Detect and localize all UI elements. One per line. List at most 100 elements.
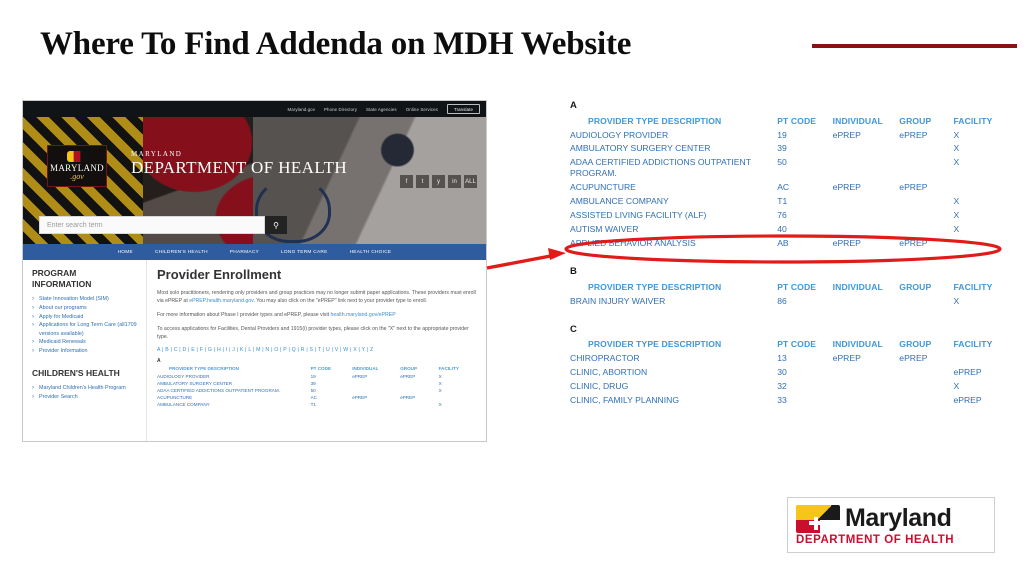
cell-desc: ACUPUNCTURE: [157, 395, 193, 401]
nav-item-pharmacy[interactable]: PHARMACY: [230, 250, 259, 255]
cell-facility: X: [953, 209, 960, 220]
cell-facility: X: [438, 402, 442, 408]
cell-individual: ePREP: [352, 373, 368, 379]
table-row: AMBULANCE COMPANY T1 X: [157, 401, 477, 408]
alphabet-index[interactable]: A | B | C | D | E | F | G | H | I | J | …: [157, 347, 477, 353]
cell-code: 50: [777, 157, 787, 168]
sidebar-item-provider-information[interactable]: Provider Information: [32, 347, 138, 356]
cell-individual: [833, 222, 900, 236]
embedded-section-letter: A: [157, 358, 161, 365]
col-desc: PROVIDER TYPE DESCRIPTION: [169, 366, 239, 372]
utility-link-phone-directory[interactable]: Phone Directory: [324, 107, 357, 112]
logo-primary-row: Maryland: [796, 504, 994, 533]
dept-small-label: MARYLAND: [131, 150, 183, 158]
website-screenshot: Maryland.gov Phone Directory State Agenc…: [22, 100, 487, 442]
table-row-highlighted: AUTISM WAIVER 40 X: [570, 222, 1010, 236]
eprep-link-2[interactable]: health.maryland.gov/ePREP: [331, 312, 396, 318]
nav-item-childrens-health[interactable]: CHILDREN'S HEALTH: [155, 250, 208, 255]
logo-gov-text: .gov: [70, 172, 84, 181]
cell-code: 30: [777, 367, 787, 378]
cell-group: [899, 294, 953, 308]
cell-individual: [833, 142, 900, 156]
cell-facility: X: [438, 387, 442, 393]
section-letter-b: B: [570, 266, 577, 278]
sidebar-item-apply-medicaid[interactable]: Apply for Medicaid: [32, 313, 138, 322]
health-cross-icon: [809, 516, 822, 530]
provider-table-c: PROVIDER TYPE DESCRIPTION PT CODE INDIVI…: [570, 338, 1010, 408]
search-input[interactable]: Enter search term: [39, 216, 265, 234]
cell-group: [899, 156, 953, 181]
cell-individual: [352, 380, 400, 387]
cell-desc: ASSISTED LIVING FACILITY (ALF): [570, 209, 707, 220]
col-code: PT CODE: [777, 281, 817, 292]
cell-individual: ePREP: [832, 129, 861, 140]
nav-item-long-term-care[interactable]: LONG TERM CARE: [281, 250, 328, 255]
cell-code: AC: [310, 395, 317, 401]
all-social-icon[interactable]: ALL: [464, 175, 477, 188]
utility-link-state-agencies[interactable]: State Agencies: [366, 107, 397, 112]
site-hero-banner: MARYLAND .gov MARYLAND DEPARTMENT OF HEA…: [23, 117, 486, 244]
cell-facility: X: [438, 373, 442, 379]
youtube-icon[interactable]: y: [432, 175, 445, 188]
cell-group: ePREP: [400, 395, 416, 401]
nav-item-health-choice[interactable]: HEALTH CHOICE: [350, 250, 392, 255]
maryland-crest-icon: [67, 151, 87, 162]
sidebar-item-mchp[interactable]: Maryland Children's Health Program: [32, 384, 138, 393]
cell-code: T1: [777, 195, 788, 206]
col-desc: PROVIDER TYPE DESCRIPTION: [588, 339, 722, 350]
cell-desc: AMBULATORY SURGERY CENTER: [570, 143, 711, 154]
cell-code: 39: [310, 380, 316, 386]
sidebar-item-provider-search[interactable]: Provider Search: [32, 393, 138, 402]
search-icon[interactable]: ⚲: [265, 216, 287, 234]
facebook-icon[interactable]: f: [400, 175, 413, 188]
section-letter-c: C: [570, 323, 577, 335]
cell-code: 39: [777, 143, 787, 154]
cell-individual: ePREP: [832, 237, 861, 248]
cell-desc: AUDIOLOGY PROVIDER: [157, 373, 210, 379]
eprep-link-1[interactable]: ePREP.health.maryland.gov: [189, 298, 253, 304]
site-search: Enter search term ⚲: [39, 216, 287, 234]
linkedin-icon[interactable]: in: [448, 175, 461, 188]
table-row: APPLIED BEHAVIOR ANALYSIS AB ePREP ePREP: [570, 236, 1010, 250]
sidebar-heading-childrens-health: CHILDREN'S HEALTH: [32, 367, 120, 378]
pointer-arrow: [486, 248, 566, 270]
sidebar-item-sim[interactable]: State Innovation Model (SIM): [32, 295, 138, 304]
cell-individual: ePREP: [832, 353, 861, 364]
nav-item-home[interactable]: HOME: [118, 250, 133, 255]
utility-link-online-services[interactable]: Online Services: [406, 107, 438, 112]
cell-facility: X: [953, 157, 960, 168]
maryland-flag-cross-icon: [796, 504, 840, 533]
cell-code: 50: [310, 387, 316, 393]
cell-individual: [833, 380, 900, 394]
provider-table-a: PROVIDER TYPE DESCRIPTION PT CODE INDIVI…: [570, 114, 1010, 250]
col-group: GROUP: [899, 281, 932, 292]
utility-link-maryland-gov[interactable]: Maryland.gov: [287, 107, 315, 112]
cell-facility: X: [953, 223, 960, 234]
para1-text-b: . You may also click on the "ePREP" link…: [253, 298, 428, 305]
twitter-icon[interactable]: t: [416, 175, 429, 188]
cell-individual: ePREP: [832, 182, 861, 193]
social-links: f t y in ALL: [400, 175, 477, 188]
col-facility: FACILITY: [438, 366, 459, 372]
sidebar-item-medicaid-renewals[interactable]: Medicaid Renewals: [32, 338, 138, 347]
cell-code: 19: [310, 373, 316, 379]
logo-subtitle: DEPARTMENT OF HEALTH: [796, 534, 955, 546]
table-row: ACUPUNCTURE AC ePREP ePREP: [157, 394, 477, 401]
cell-desc: AUTISM WAIVER: [570, 223, 639, 234]
provider-enrollment-paragraph-1: Most solo practitioners, rendering only …: [157, 289, 477, 305]
sidebar-item-ltc-applications[interactable]: Applications for Long Term Care (all1709…: [32, 321, 138, 338]
cell-facility: ePREP: [953, 367, 982, 378]
table-row: ADAA CERTIFIED ADDICTIONS OUTPATIENT PRO…: [570, 156, 1010, 181]
sidebar-item-about-programs[interactable]: About our programs: [32, 304, 138, 313]
cell-code: 32: [777, 381, 787, 392]
cell-desc: AMBULANCE COMPANY: [157, 402, 210, 408]
provider-enrollment-paragraph-3: To access applications for Facilities, D…: [157, 326, 469, 341]
translate-button[interactable]: Translate: [446, 104, 480, 114]
mdh-logo: Maryland DEPARTMENT OF HEALTH: [787, 497, 995, 553]
maryland-gov-logo[interactable]: MARYLAND .gov: [47, 145, 107, 187]
col-code: PT CODE: [777, 115, 817, 126]
cell-group: [400, 380, 438, 387]
cell-desc: AMBULANCE COMPANY: [570, 195, 669, 206]
provider-enrollment-paragraph-2: For more information about Phase I provi…: [157, 311, 477, 319]
site-main-content: Provider Enrollment Most solo practition…: [147, 260, 486, 441]
